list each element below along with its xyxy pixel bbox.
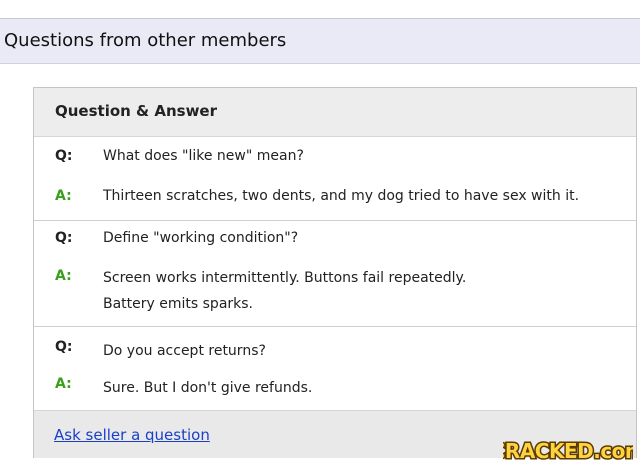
answer-marker: A: <box>55 376 72 392</box>
question-text: Do you accept returns? <box>103 343 266 359</box>
answer-text: Screen works intermittently. Buttons fai… <box>103 270 467 286</box>
question-text: Define "working condition"? <box>103 230 299 246</box>
qa-divider <box>34 326 636 327</box>
qa-panel-title: Question & Answer <box>55 102 217 120</box>
answer-text: Sure. But I don't give refunds. <box>103 380 313 396</box>
section-title: Questions from other members <box>4 30 287 51</box>
section-header: Questions from other members <box>0 19 640 64</box>
qa-panel-header: Question & Answer <box>34 88 636 137</box>
qa-panel: Question & Answer Q: What does "like new… <box>33 87 637 458</box>
answer-marker: A: <box>55 188 72 204</box>
answer-text: Battery emits sparks. <box>103 296 254 312</box>
watermark-text: CRACKED.com <box>503 439 633 463</box>
ask-seller-link[interactable]: Ask seller a question <box>54 426 210 444</box>
qa-divider <box>34 220 636 221</box>
question-text: What does "like new" mean? <box>103 148 304 164</box>
question-marker: Q: <box>55 339 73 355</box>
answer-text: Thirteen scratches, two dents, and my do… <box>103 188 580 204</box>
question-marker: Q: <box>55 230 73 246</box>
answer-marker: A: <box>55 268 72 284</box>
page: Questions from other members Question & … <box>0 0 640 471</box>
cracked-watermark-logo: CRACKED.com <box>503 438 633 465</box>
question-marker: Q: <box>55 148 73 164</box>
